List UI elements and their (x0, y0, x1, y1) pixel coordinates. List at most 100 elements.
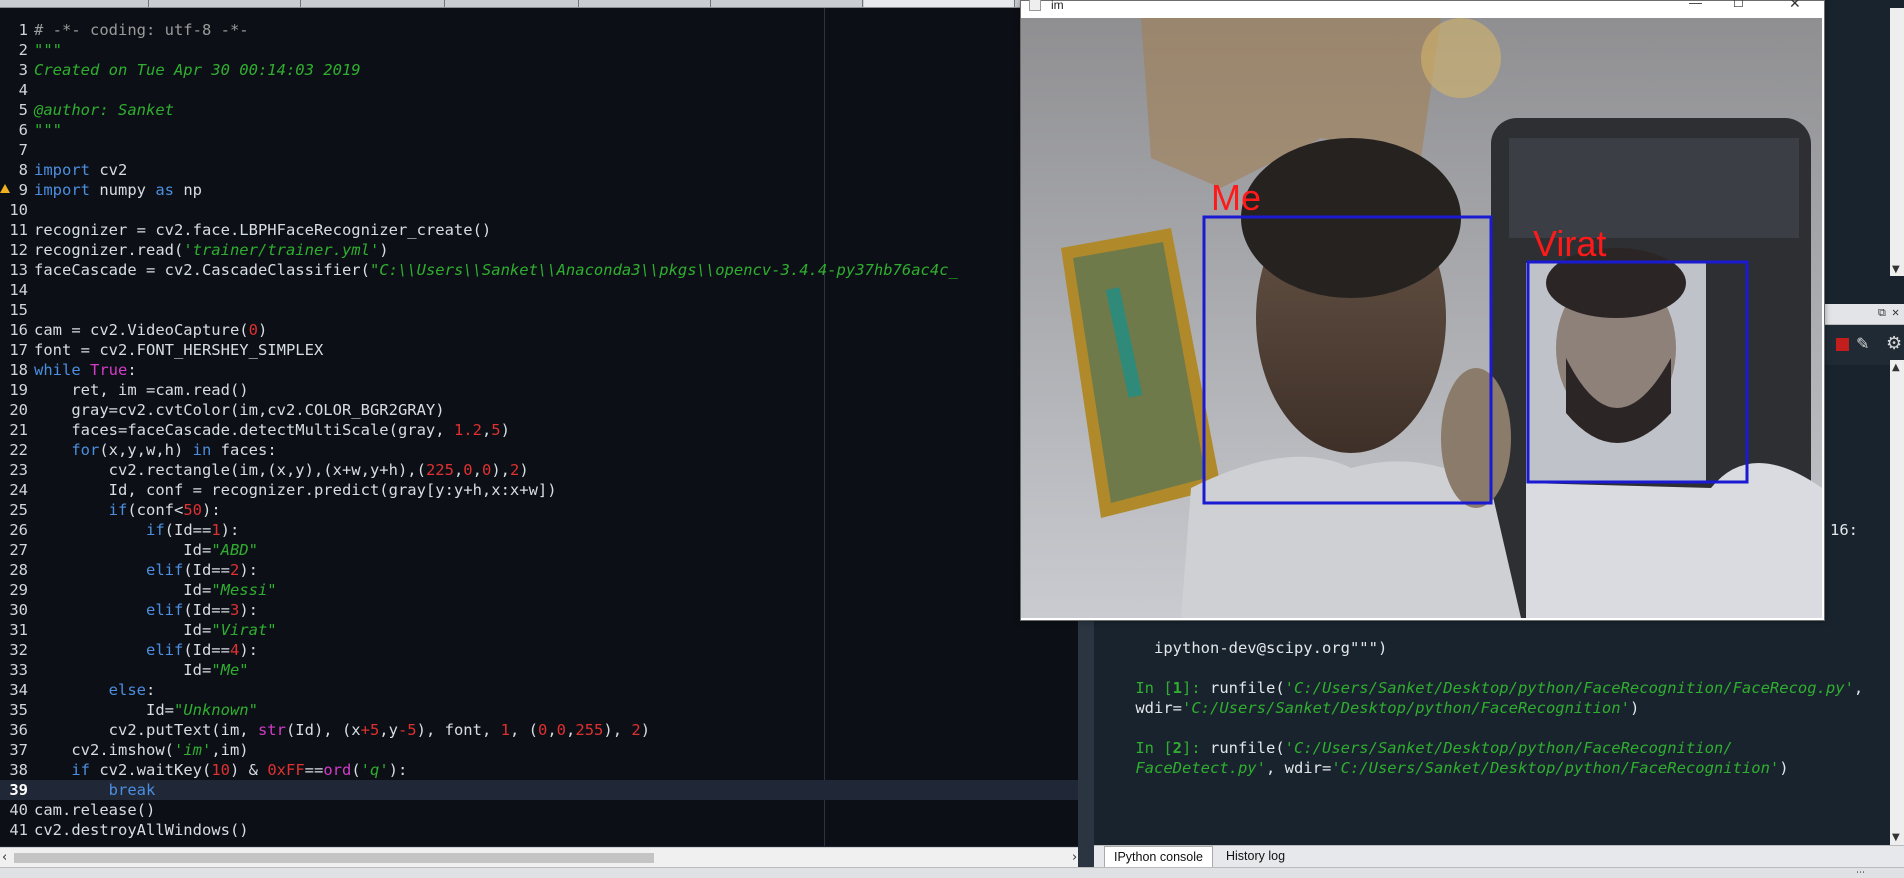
scroll-down-icon[interactable]: ▼ (1892, 832, 1900, 843)
code-line[interactable]: 13 faceCascade = cv2.CascadeClassifier("C… (0, 260, 1078, 280)
code-text[interactable]: """ (34, 40, 62, 60)
code-line[interactable]: 12 recognizer.read('trainer/trainer.yml') (0, 240, 1078, 260)
code-text[interactable]: elif(Id==4): (34, 640, 258, 660)
scroll-down-icon[interactable]: ▼ (1892, 264, 1900, 275)
code-line[interactable]: 20 gray=cv2.cvtColor(im,cv2.COLOR_BGR2GR… (0, 400, 1078, 420)
code-line[interactable]: 23 cv2.rectangle(im,(x,y),(x+w,y+h),(225… (0, 460, 1078, 480)
code-line[interactable]: 17 font = cv2.FONT_HERSHEY_SIMPLEX (0, 340, 1078, 360)
code-text[interactable]: if(conf<50): (34, 500, 221, 520)
code-text[interactable]: Id, conf = recognizer.predict(gray[y:y+h… (34, 480, 557, 500)
code-line[interactable]: 26 if(Id==1): (0, 520, 1078, 540)
code-line[interactable]: 4 (0, 80, 1078, 100)
tab-ipython-console[interactable]: IPython console (1104, 846, 1213, 868)
editor-tab-strip[interactable] (0, 0, 1020, 8)
code-text[interactable]: Created on Tue Apr 30 00:14:03 2019 (34, 60, 361, 80)
editor-tab[interactable] (712, 0, 863, 7)
code-line[interactable]: 2 """ (0, 40, 1078, 60)
code-text[interactable]: # -*- coding: utf-8 -*- (34, 20, 249, 40)
code-line[interactable]: 33 Id="Me" (0, 660, 1078, 680)
code-text[interactable]: cv2.imshow('im',im) (34, 740, 248, 760)
code-line[interactable]: 31 Id="Virat" (0, 620, 1078, 640)
close-icon[interactable]: ✕ (1892, 305, 1899, 319)
image-window[interactable]: im — ☐ ✕ Me Virat (1020, 0, 1825, 621)
code-text[interactable]: Id="Unknown" (34, 700, 258, 720)
editor-tab[interactable] (446, 0, 579, 7)
code-line[interactable]: 19 ret, im =cam.read() (0, 380, 1078, 400)
code-text[interactable]: while True: (34, 360, 137, 380)
code-line[interactable]: 6 """ (0, 120, 1078, 140)
editor-tab[interactable] (150, 0, 301, 7)
code-line[interactable]: 7 (0, 140, 1078, 160)
code-text[interactable]: import numpy as np (34, 180, 202, 200)
code-text[interactable]: faceCascade = cv2.CascadeClassifier("C:\… (34, 260, 958, 280)
close-icon[interactable]: ✕ (1789, 0, 1801, 12)
undock-icon[interactable]: ⧉ (1878, 306, 1886, 320)
code-line[interactable]: 9 import numpy as np (0, 180, 1078, 200)
code-line[interactable]: 40 cam.release() (0, 800, 1078, 820)
tab-history-log[interactable]: History log (1217, 846, 1294, 867)
editor-tab[interactable] (302, 0, 445, 7)
console-scrollbar[interactable]: ▲ ▼ (1890, 360, 1904, 845)
code-lines[interactable]: 1 # -*- coding: utf-8 -*- 2 """ 3 Created on … (0, 20, 1078, 840)
scroll-right-icon[interactable]: › (1072, 850, 1077, 865)
code-text[interactable]: Id="Virat" (34, 620, 276, 640)
code-text[interactable]: if(Id==1): (34, 520, 239, 540)
code-line[interactable]: 32 elif(Id==4): (0, 640, 1078, 660)
code-text[interactable]: elif(Id==2): (34, 560, 258, 580)
scroll-left-icon[interactable]: ‹ (2, 850, 7, 865)
code-line[interactable]: 25 if(conf<50): (0, 500, 1078, 520)
code-line[interactable]: 27 Id="ABD" (0, 540, 1078, 560)
code-text[interactable]: recognizer.read('trainer/trainer.yml') (34, 240, 389, 260)
code-text[interactable]: import cv2 (34, 160, 127, 180)
code-line[interactable]: 21 faces=faceCascade.detectMultiScale(gr… (0, 420, 1078, 440)
code-text[interactable]: Id="Me" (34, 660, 248, 680)
gear-icon[interactable]: ⚙ (1886, 333, 1902, 354)
code-text[interactable]: Id="Messi" (34, 580, 276, 600)
code-line[interactable]: 18 while True: (0, 360, 1078, 380)
code-text[interactable]: cv2.rectangle(im,(x,y),(x+w,y+h),(225,0,… (34, 460, 529, 480)
code-text[interactable]: if cv2.waitKey(10) & 0xFF==ord('q'): (34, 760, 407, 780)
editor-tab[interactable] (0, 0, 149, 7)
code-text[interactable]: for(x,y,w,h) in faces: (34, 440, 276, 460)
code-line[interactable]: 37 cv2.imshow('im',im) (0, 740, 1078, 760)
code-line[interactable]: 30 elif(Id==3): (0, 600, 1078, 620)
code-line[interactable]: 22 for(x,y,w,h) in faces: (0, 440, 1078, 460)
code-text[interactable]: @author: Sanket (34, 100, 174, 120)
editor-horizontal-scrollbar[interactable]: ‹ › (0, 847, 1086, 868)
code-line[interactable]: 10 (0, 200, 1078, 220)
code-line[interactable]: 11 recognizer = cv2.face.LBPHFaceRecogniz… (0, 220, 1078, 240)
stop-kernel-button[interactable] (1836, 338, 1849, 351)
code-text[interactable]: ret, im =cam.read() (34, 380, 248, 400)
editor-tab-active[interactable] (864, 0, 1015, 7)
code-line[interactable]: 39 break (0, 780, 1078, 800)
code-line[interactable]: 16 cam = cv2.VideoCapture(0) (0, 320, 1078, 340)
code-line[interactable]: 38 if cv2.waitKey(10) & 0xFF==ord('q'): (0, 760, 1078, 780)
code-line[interactable]: 29 Id="Messi" (0, 580, 1078, 600)
eraser-icon[interactable]: ✎ (1856, 334, 1869, 353)
code-line[interactable]: 24 Id, conf = recognizer.predict(gray[y:… (0, 480, 1078, 500)
editor-tab[interactable] (580, 0, 711, 7)
code-line[interactable]: 1 # -*- coding: utf-8 -*- (0, 20, 1078, 40)
code-text[interactable]: break (34, 780, 156, 800)
scroll-up-icon[interactable]: ▲ (1892, 362, 1900, 373)
code-text[interactable]: """ (34, 120, 62, 140)
code-line[interactable]: 5 @author: Sanket (0, 100, 1078, 120)
code-text[interactable]: else: (34, 680, 156, 700)
code-line[interactable]: 28 elif(Id==2): (0, 560, 1078, 580)
code-text[interactable]: elif(Id==3): (34, 600, 258, 620)
right-pane-scrollbar[interactable]: ▼ (1890, 8, 1904, 276)
minimize-icon[interactable]: — (1689, 0, 1702, 10)
code-line[interactable]: 41 cv2.destroyAllWindows() (0, 820, 1078, 840)
code-text[interactable]: gray=cv2.cvtColor(im,cv2.COLOR_BGR2GRAY) (34, 400, 444, 420)
window-titlebar[interactable]: im — ☐ ✕ (1021, 0, 1824, 18)
code-text[interactable]: recognizer = cv2.face.LBPHFaceRecognizer… (34, 220, 491, 240)
code-text[interactable]: cam = cv2.VideoCapture(0) (34, 320, 267, 340)
maximize-icon[interactable]: ☐ (1733, 0, 1744, 10)
code-line[interactable]: 14 (0, 280, 1078, 300)
code-line[interactable]: 35 Id="Unknown" (0, 700, 1078, 720)
code-line[interactable]: 3 Created on Tue Apr 30 00:14:03 2019 (0, 60, 1078, 80)
code-text[interactable]: cam.release() (34, 800, 155, 820)
code-line[interactable]: 15 (0, 300, 1078, 320)
code-text[interactable]: Id="ABD" (34, 540, 258, 560)
code-text[interactable]: cv2.putText(im, str(Id), (x+5,y-5), font… (34, 720, 650, 740)
